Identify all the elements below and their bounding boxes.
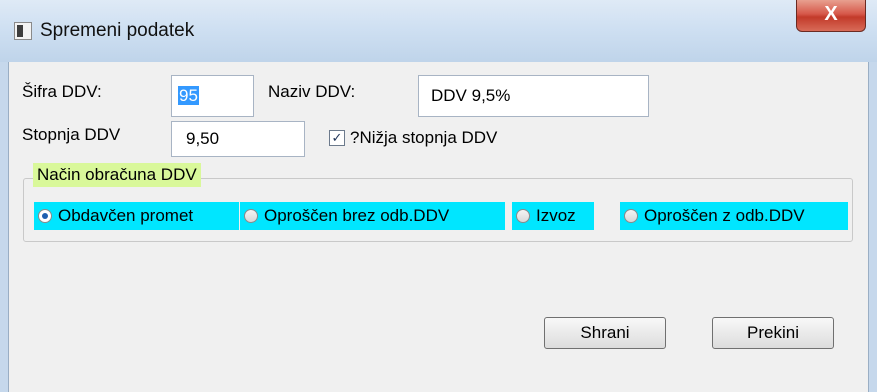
naziv-input[interactable]: DDV 9,5% [418,75,649,117]
radio-selected-icon [38,209,52,223]
radio-izvoz-label: Izvoz [536,206,576,225]
radio-unselected-icon [516,209,530,223]
stopnja-label: Stopnja DDV [22,125,121,144]
radio-unselected-icon [244,209,258,223]
radio-obdavcen[interactable]: Obdavčen promet [34,202,239,230]
window-title: Spremeni podatek [40,20,195,41]
close-button[interactable]: X [796,0,866,32]
naziv-label: Naziv DDV: [268,82,356,101]
sifra-value: 95 [178,86,199,105]
window-frame-right [869,62,877,392]
radio-unselected-icon [624,209,638,223]
stopnja-input[interactable]: 9,50 [171,121,305,157]
radio-obdavcen-label: Obdavčen promet [58,206,194,225]
save-button[interactable]: Shrani [544,317,666,349]
nizja-checkbox[interactable]: ✓ [329,130,345,146]
group-legend: Način obračuna DDV [33,163,201,187]
radio-izvoz[interactable]: Izvoz [512,202,594,230]
title-bar: Spremeni podatek X [0,0,877,62]
nizja-label: ?Nižja stopnja DDV [350,128,498,147]
radio-oproscen-brez-label: Oproščen brez odb.DDV [264,206,450,225]
radio-oproscen-z[interactable]: Oproščen z odb.DDV [620,202,848,230]
window-icon [14,22,32,40]
window-frame-left [0,62,8,392]
sifra-input[interactable]: 95 [171,75,254,117]
cancel-button[interactable]: Prekini [712,317,834,349]
radio-oproscen-brez[interactable]: Oproščen brez odb.DDV [240,202,505,230]
sifra-label: Šifra DDV: [22,82,102,101]
radio-oproscen-z-label: Oproščen z odb.DDV [644,206,805,225]
